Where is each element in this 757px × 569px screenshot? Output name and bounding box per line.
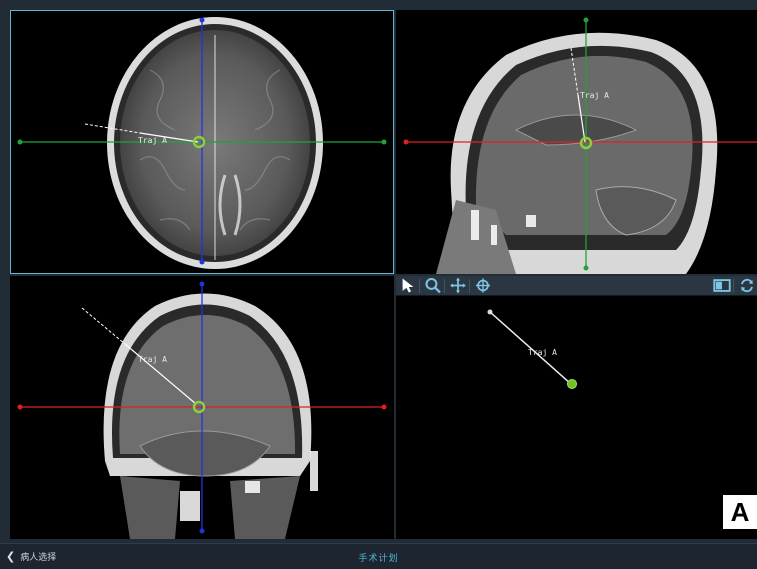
surgical-planning-app: Traj A Traj A Traj A Traj A A ❮ 病人选择 手术计…: [0, 0, 757, 569]
sagittal-traj-label: Traj A: [580, 91, 609, 100]
zoom-tool-button[interactable]: [423, 277, 443, 294]
layout-button[interactable]: [712, 277, 732, 294]
page-title: 手术计划: [358, 554, 399, 564]
axial-traj-label: Traj A: [138, 136, 167, 145]
toolbar-separator: [733, 278, 734, 293]
toolbar-separator: [419, 278, 420, 293]
coronal-trajectory-extension: [81, 307, 126, 345]
3d-target-marker[interactable]: [567, 379, 577, 389]
pointer-icon: [402, 278, 414, 293]
layout-icon: [713, 279, 731, 292]
coronal-viewport[interactable]: Traj A: [10, 276, 394, 539]
3d-traj-label: Traj A: [528, 348, 557, 357]
pan-tool-button[interactable]: [448, 277, 468, 294]
coronal-traj-label: Traj A: [138, 355, 167, 364]
bottom-bar: ❮ 病人选择 手术计划: [0, 543, 757, 569]
3d-viewport[interactable]: Traj A A: [396, 276, 757, 539]
pointer-tool-button[interactable]: [398, 277, 418, 294]
sagittal-image: Traj A: [403, 17, 757, 274]
pan-icon: [450, 277, 466, 294]
toolbar-separator: [444, 278, 445, 293]
3d-render-area[interactable]: Traj A: [396, 296, 757, 539]
sagittal-viewport[interactable]: Traj A: [396, 10, 757, 274]
coronal-image: Traj A: [17, 281, 387, 539]
3d-scene: Traj A: [487, 309, 577, 389]
rotate-icon: [475, 278, 491, 293]
3d-toolbar: [396, 276, 757, 296]
rotate-tool-button[interactable]: [473, 277, 493, 294]
toolbar-separator: [469, 278, 470, 293]
axial-image: Traj A: [17, 17, 387, 269]
axial-viewport[interactable]: Traj A: [10, 10, 394, 274]
zoom-icon: [425, 278, 441, 294]
reset-view-button[interactable]: [737, 277, 757, 294]
reset-icon: [741, 278, 753, 293]
panel-label: A: [723, 495, 757, 529]
